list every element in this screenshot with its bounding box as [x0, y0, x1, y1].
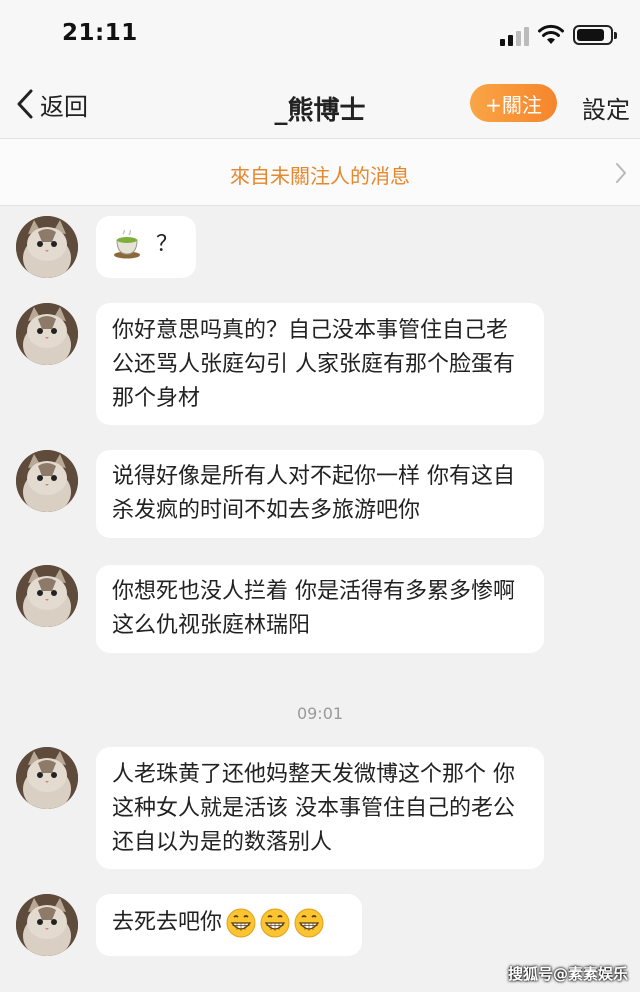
grin-icon: [294, 908, 324, 938]
cellular-signal-icon: [500, 26, 530, 46]
nav-bar: 返回 _熊博士 +關注 設定: [0, 70, 640, 138]
grin-icon: [226, 908, 256, 938]
back-button[interactable]: 返回: [14, 88, 88, 121]
message-text: 人老珠黄了还他妈整天发微博这个那个 你这种女人就是活该 没本事管住自己的老公还自…: [112, 762, 515, 855]
settings-button[interactable]: 設定: [582, 90, 630, 125]
back-label: 返回: [40, 92, 88, 121]
status-bar: 21:11: [0, 0, 640, 70]
chevron-left-icon: [17, 89, 33, 119]
status-time: 21:11: [62, 20, 138, 46]
message-text: 去死去吧你: [112, 910, 223, 935]
message-bubble[interactable]: 去死去吧你: [96, 894, 362, 956]
message-bubble[interactable]: 你想死也没人拦着 你是活得有多累多惨啊 这么仇视张庭林瑞阳: [96, 565, 544, 653]
message-text: 你想死也没人拦着 你是活得有多累多惨啊 这么仇视张庭林瑞阳: [112, 579, 515, 638]
chevron-right-icon: [616, 163, 626, 183]
follow-button[interactable]: +關注: [470, 84, 557, 122]
message-text: ？: [156, 232, 179, 257]
message-bubble[interactable]: ？: [96, 216, 196, 278]
message-bubble[interactable]: 人老珠黄了还他妈整天发微博这个那个 你这种女人就是活该 没本事管住自己的老公还自…: [96, 747, 544, 869]
cat-avatar[interactable]: [16, 565, 78, 627]
cat-avatar[interactable]: [16, 216, 78, 278]
unfollowed-messages-banner[interactable]: 來自未關注人的消息: [0, 138, 640, 206]
cat-avatar[interactable]: [16, 894, 78, 956]
cat-avatar[interactable]: [16, 303, 78, 365]
message-text: 你好意思吗真的？自己没本事管住自己老公还骂人张庭勾引 人家张庭有那个脸蛋有那个身…: [112, 318, 515, 411]
tea-icon: [114, 230, 140, 259]
message-bubble[interactable]: 你好意思吗真的？自己没本事管住自己老公还骂人张庭勾引 人家张庭有那个脸蛋有那个身…: [96, 303, 544, 425]
watermark: 搜狐号@素素娱乐: [507, 965, 628, 983]
time-divider: 09:01: [296, 704, 344, 723]
cat-avatar[interactable]: [16, 747, 78, 809]
grin-icon: [260, 908, 290, 938]
banner-text: 來自未關注人的消息: [230, 164, 410, 188]
message-text: 说得好像是所有人对不起你一样 你有这自杀发疯的时间不如去多旅游吧你: [112, 464, 515, 523]
battery-icon: [573, 25, 617, 45]
message-bubble[interactable]: 说得好像是所有人对不起你一样 你有这自杀发疯的时间不如去多旅游吧你: [96, 450, 544, 538]
wifi-icon: [538, 24, 564, 44]
cat-avatar[interactable]: [16, 450, 78, 512]
